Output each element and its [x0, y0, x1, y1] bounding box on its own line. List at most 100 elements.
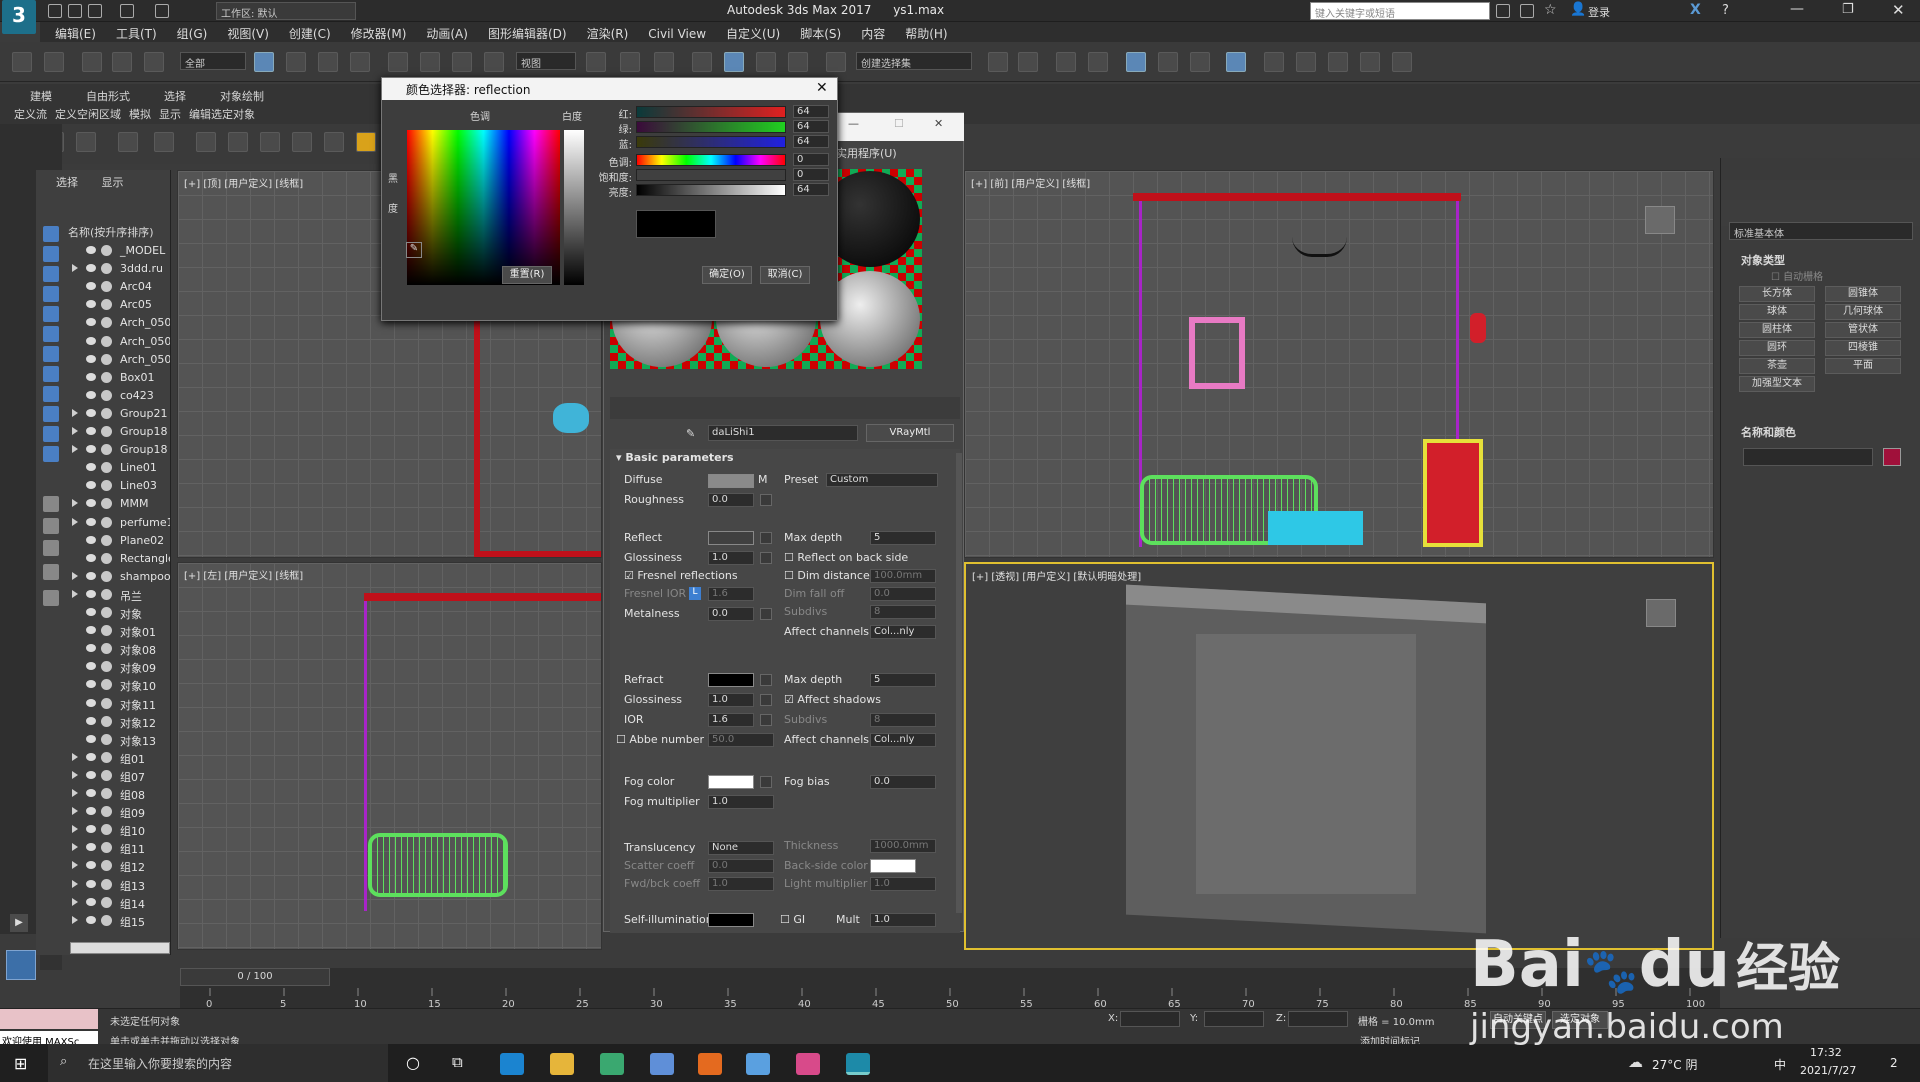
snap-3-icon[interactable] [692, 52, 712, 72]
percent-snap-icon[interactable] [756, 52, 776, 72]
visibility-eye-icon[interactable] [86, 390, 96, 399]
toggle-layer-explorer-icon[interactable] [1088, 52, 1108, 72]
app-icon-bird[interactable] [650, 1053, 674, 1075]
diffuse-swatch[interactable] [708, 474, 754, 488]
create-primitive-button[interactable]: 四棱锥 [1825, 340, 1901, 356]
expand-arrow-icon[interactable] [72, 264, 78, 273]
visibility-eye-icon[interactable] [86, 644, 96, 653]
scene-item[interactable]: 组14 [36, 894, 170, 912]
menu-item-6[interactable]: 动画(A) [426, 25, 468, 42]
redo-icon[interactable] [155, 4, 169, 18]
edge-icon[interactable] [500, 1053, 524, 1075]
viewport-front[interactable]: [+] [前] [用户定义] [线框] [964, 170, 1714, 558]
visibility-eye-icon[interactable] [86, 535, 96, 544]
redo-icon[interactable] [44, 52, 64, 72]
cortana-icon[interactable]: ○ [406, 1053, 420, 1072]
dim-distance-checkbox[interactable]: ☐ Dim distance [784, 569, 870, 582]
scene-item[interactable]: 组15 [36, 912, 170, 930]
create-primitive-button[interactable]: 长方体 [1739, 286, 1815, 302]
select-manipulate-icon[interactable] [620, 52, 640, 72]
filter-groups-icon[interactable] [43, 346, 59, 362]
scale-icon[interactable] [452, 52, 472, 72]
color-value-field[interactable]: 64 [793, 105, 829, 118]
color-slider-bar[interactable] [636, 169, 786, 181]
visibility-eye-icon[interactable] [86, 897, 96, 906]
pivot-icon[interactable] [586, 52, 606, 72]
app-icon-green[interactable] [600, 1053, 624, 1075]
visibility-eye-icon[interactable] [86, 246, 96, 254]
binoculars-icon[interactable] [1496, 4, 1510, 18]
tab-select[interactable]: 选择 [56, 176, 78, 189]
expand-arrow-icon[interactable] [72, 861, 78, 870]
viewport-top-label[interactable]: [+] [顶] [用户定义] [线框] [184, 175, 303, 190]
display-none-icon[interactable] [43, 518, 59, 534]
visibility-eye-icon[interactable] [86, 282, 96, 291]
expand-arrow-icon[interactable] [72, 517, 78, 526]
light-bulb-icon[interactable] [118, 132, 138, 152]
rect-selection-icon[interactable] [318, 52, 338, 72]
create-primitive-button[interactable]: 管状体 [1825, 322, 1901, 338]
ribbon-sub-4[interactable]: 编辑选定对象 [189, 108, 255, 121]
reflect-backside-checkbox[interactable]: ☐ Reflect on back side [784, 551, 908, 564]
color-value-field[interactable]: 0 [793, 168, 829, 181]
mat-close-icon[interactable]: ✕ [934, 117, 943, 130]
expand-arrow-icon[interactable] [72, 879, 78, 888]
visibility-eye-icon[interactable] [86, 789, 96, 797]
gi-checkbox[interactable]: ☐ GI [780, 913, 805, 926]
menu-item-2[interactable]: 组(G) [177, 25, 208, 42]
color-slider-bar[interactable] [636, 154, 786, 166]
create-primitive-button[interactable]: 几何球体 [1825, 304, 1901, 320]
undo-icon[interactable] [120, 4, 134, 18]
visibility-eye-icon[interactable] [86, 553, 96, 562]
menu-item-1[interactable]: 工具(T) [116, 25, 157, 42]
ok-button[interactable]: 确定(O) [702, 266, 752, 284]
ribbon-tab-3[interactable]: 对象绘制 [220, 90, 264, 103]
reference-coord-select[interactable]: 视图 [516, 52, 576, 70]
rotate-icon[interactable] [420, 52, 440, 72]
visibility-eye-icon[interactable] [86, 807, 96, 816]
3dsmax-taskbar-icon[interactable] [846, 1053, 870, 1075]
filter-helpers-icon[interactable] [43, 306, 59, 322]
sphere-icon[interactable] [260, 132, 280, 152]
toggle-ribbon-icon[interactable] [1126, 52, 1146, 72]
hue-saturation-field[interactable] [407, 130, 560, 285]
metalness-map[interactable] [760, 608, 772, 620]
fog-color-swatch[interactable] [708, 775, 754, 789]
basic-params-header[interactable]: ▾ Basic parameters [616, 451, 734, 464]
ribbon-tab-0[interactable]: 建模 [30, 90, 52, 103]
cancel-button[interactable]: 取消(C) [760, 266, 810, 284]
object-name-field[interactable] [1743, 448, 1873, 466]
unlink-icon[interactable] [112, 52, 132, 72]
render-production-icon[interactable] [1328, 52, 1348, 72]
view-cube-persp[interactable] [1646, 599, 1676, 627]
visibility-eye-icon[interactable] [86, 626, 96, 635]
named-selection-set[interactable]: 创建选择集 [856, 52, 972, 70]
viewport-persp-label[interactable]: [+] [透视] [用户定义] [默认明暗处理] [972, 568, 1141, 583]
expand-arrow-icon[interactable] [72, 408, 78, 417]
scene-item[interactable]: 对象11 [36, 695, 170, 713]
color-picker-close-icon[interactable]: ✕ [816, 80, 828, 96]
visibility-eye-icon[interactable] [86, 517, 96, 526]
scene-item[interactable]: 组13 [36, 876, 170, 894]
reset-button[interactable]: 重置(R) [502, 266, 552, 284]
material-name-field[interactable]: daLiShi1 [708, 425, 858, 441]
visibility-eye-icon[interactable] [86, 752, 96, 761]
box-icon[interactable] [196, 132, 216, 152]
selection-filter[interactable]: 全部 [180, 52, 246, 70]
mat-maximize-icon[interactable]: ☐ [894, 117, 904, 130]
max-logo[interactable]: 3 [2, 0, 36, 34]
undo-icon[interactable] [12, 52, 32, 72]
save-file-icon[interactable] [88, 4, 102, 18]
spinner-snap-icon[interactable] [788, 52, 808, 72]
firefox-icon[interactable] [698, 1053, 722, 1075]
visibility-eye-icon[interactable] [86, 680, 96, 689]
display-all-icon[interactable] [43, 496, 59, 512]
z-field[interactable] [1288, 1011, 1348, 1027]
dim-falloff-field[interactable]: 0.0 [870, 587, 936, 601]
open-file-icon[interactable] [68, 4, 82, 18]
color-value-field[interactable]: 0 [793, 153, 829, 166]
color-slider-bar[interactable] [636, 136, 786, 148]
menu-item-7[interactable]: 图形编辑器(D) [488, 25, 567, 42]
viewport-perspective[interactable]: [+] [透视] [用户定义] [默认明暗处理] [964, 562, 1714, 950]
visibility-eye-icon[interactable] [86, 427, 96, 435]
